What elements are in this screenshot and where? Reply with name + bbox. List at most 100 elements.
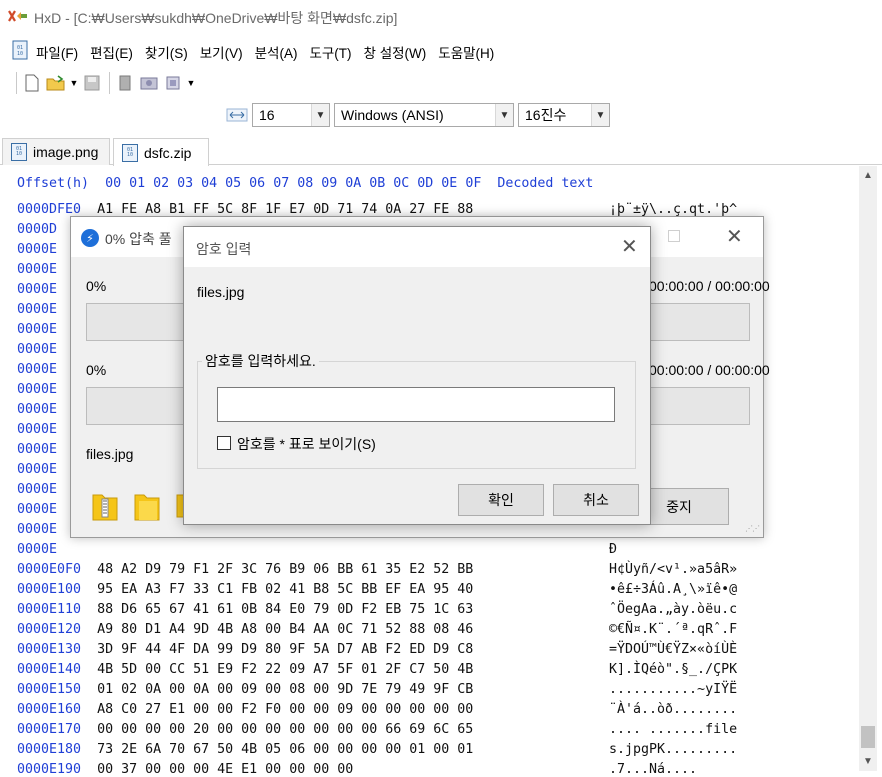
password-dialog: 암호 입력 ✕ files.jpg 암호를 입력하세요. 암호를 * 표로 보이… xyxy=(183,226,651,525)
row-decoded-text[interactable]: K].ÌQéò".§_./ÇPK xyxy=(609,662,737,677)
tab-image-png[interactable]: 01 10 image.png xyxy=(2,138,110,165)
row-offset: 0000E160 xyxy=(17,702,82,717)
save-button[interactable] xyxy=(81,72,103,94)
row-decoded-text[interactable]: •ê£÷3Áû.A¸\»ïê•@ xyxy=(609,582,737,597)
cancel-button[interactable]: 취소 xyxy=(553,484,639,516)
hex-row[interactable]: 0000E160 A8 C0 27 E1 00 00 F2 F0 00 00 0… xyxy=(17,702,737,717)
row-bytes[interactable]: 88 D6 65 67 41 61 0B 84 E0 79 0D F2 EB 7… xyxy=(97,602,473,617)
ok-button[interactable]: 확인 xyxy=(458,484,544,516)
hex-row[interactable]: 0000E xyxy=(17,282,73,297)
menu-search[interactable]: 찾기(S) xyxy=(145,42,194,62)
window-title: HxD - [C:₩Users₩sukdh₩OneDrive₩바탕 화면₩dsf… xyxy=(34,10,398,26)
tab-dsfc-zip[interactable]: 01 10 dsfc.zip xyxy=(113,138,209,166)
row-bytes[interactable]: 00 37 00 00 00 4E E1 00 00 00 00 xyxy=(97,762,353,777)
scroll-up-icon[interactable]: ▲ xyxy=(863,170,873,181)
open-dropdown-button[interactable]: ▼ xyxy=(69,72,79,94)
row-decoded-text[interactable]: ¡þ¨±ÿ\..ç.qt.'þ^ xyxy=(609,202,737,217)
row-decoded-text[interactable]: Ð xyxy=(609,542,617,557)
hex-row[interactable]: 0000E130 3D 9F 44 4F DA 99 D9 80 9F 5A D… xyxy=(17,642,737,657)
menu-analysis[interactable]: 분석(A) xyxy=(255,42,304,62)
row-bytes[interactable]: A1 FE A8 B1 FF 5C 8F 1F E7 0D 71 74 0A 2… xyxy=(97,202,473,217)
hex-row[interactable]: 0000E E xyxy=(17,382,617,397)
row-offset: 0000E190 xyxy=(17,762,82,777)
hex-row[interactable]: 0000E xyxy=(17,302,73,317)
hex-row[interactable]: 0000E110 88 D6 65 67 41 61 0B 84 E0 79 0… xyxy=(17,602,737,617)
close-icon[interactable]: ✕ xyxy=(621,234,638,259)
save-icon xyxy=(84,75,100,91)
open-file-button[interactable] xyxy=(45,72,67,94)
hex-row[interactable]: 0000E ê xyxy=(17,362,617,377)
row-decoded-text[interactable]: s.jpgPK......... xyxy=(609,742,737,757)
hex-row[interactable]: 0000DFE0 A1 FE A8 B1 FF 5C 8F 1F E7 0D 7… xyxy=(17,202,737,217)
row-bytes[interactable]: 73 2E 6A 70 67 50 4B 05 06 00 00 00 00 0… xyxy=(97,742,473,757)
menu-window[interactable]: 창 설정(W) xyxy=(364,42,433,62)
hex-row[interactable]: 0000E150 01 02 0A 00 0A 00 09 00 08 00 9… xyxy=(17,682,737,697)
row-decoded-text[interactable]: ©€Ñ¤.K¨.´ª.qRˆ.F xyxy=(609,622,737,637)
menu-tools[interactable]: 도구(T) xyxy=(309,42,357,62)
row-bytes[interactable]: 3D 9F 44 4F DA 99 D9 80 9F 5A D7 AB F2 E… xyxy=(97,642,473,657)
hex-row[interactable]: 0000E0F0 48 A2 D9 79 F1 2F 3C 76 B9 06 B… xyxy=(17,562,737,577)
vertical-scrollbar[interactable]: ▲ ▼ xyxy=(859,166,877,771)
row-bytes[interactable]: 01 02 0A 00 0A 00 09 00 08 00 9D 7E 79 4… xyxy=(97,682,473,697)
menu-edit[interactable]: 편집(E) xyxy=(90,42,139,62)
hex-row[interactable]: 0000E z xyxy=(17,522,617,537)
offset-header: Offset(h) xyxy=(17,176,90,191)
row-offset: 0000E xyxy=(17,362,58,377)
row-decoded-text[interactable]: .7...Ná.... xyxy=(609,762,697,777)
show-password-label[interactable]: 암호를 * 표로 보이기(S) xyxy=(237,434,376,454)
hex-row[interactable]: 0000E100 95 EA A3 F7 33 C1 FB 02 41 B8 5… xyxy=(17,582,737,597)
menu-file[interactable]: 파일(F) xyxy=(36,42,84,62)
hex-row[interactable]: 0000E w xyxy=(17,262,617,277)
menu-view[interactable]: 보기(V) xyxy=(200,42,249,62)
hex-row[interactable]: 0000E170 00 00 00 00 20 00 00 00 00 00 0… xyxy=(17,722,737,737)
hex-row[interactable]: 0000E Û xyxy=(17,462,617,477)
bytes-per-row-select[interactable]: 16 ▼ xyxy=(252,103,330,127)
row-bytes[interactable]: 95 EA A3 F7 33 C1 FB 02 41 B8 5C BB EF E… xyxy=(97,582,473,597)
row-decoded-text[interactable]: .... .......file xyxy=(609,722,737,737)
maximize-icon[interactable] xyxy=(668,230,680,242)
row-bytes[interactable]: 48 A2 D9 79 F1 2F 3C 76 B9 06 BB 61 35 E… xyxy=(97,562,473,577)
hex-row[interactable]: 0000E xyxy=(17,342,73,357)
hex-row[interactable]: 0000E t xyxy=(17,502,617,517)
resize-grip-icon[interactable]: ⋰⋰ xyxy=(745,524,760,533)
hex-row[interactable]: 0000E × xyxy=(17,322,617,337)
password-input[interactable] xyxy=(217,387,615,422)
hex-row[interactable]: 0000D xyxy=(17,222,73,237)
row-decoded-text[interactable]: ˆÖegAa.„ày.òëu.c xyxy=(609,602,737,617)
hex-row[interactable]: 0000E xyxy=(17,442,73,457)
row-decoded-text[interactable]: ¨À'á..òð........ xyxy=(609,702,737,717)
row-decoded-text[interactable]: H¢Ùyñ/<v¹.»a5âR» xyxy=(609,562,737,577)
menu-help[interactable]: 도움말(H) xyxy=(438,42,500,62)
hex-row[interactable]: 0000E140 4B 5D 00 CC 51 E9 F2 22 09 A7 5… xyxy=(17,662,737,677)
memory-button[interactable] xyxy=(162,72,184,94)
close-file-button[interactable] xyxy=(114,72,136,94)
hex-row[interactable]: 0000E180 73 2E 6A 70 67 50 4B 05 06 00 0… xyxy=(17,742,737,757)
hex-row[interactable]: 0000E xyxy=(17,482,73,497)
row-bytes[interactable]: 00 00 00 00 20 00 00 00 00 00 00 00 66 6… xyxy=(97,722,473,737)
hex-row[interactable]: 0000E p xyxy=(17,242,617,257)
new-file-button[interactable] xyxy=(21,72,43,94)
memory-icon xyxy=(166,76,180,90)
row-offset: 0000E xyxy=(17,262,58,277)
charset-select[interactable]: Windows (ANSI) ▼ xyxy=(334,103,514,127)
scroll-down-icon[interactable]: ▼ xyxy=(863,756,873,767)
row-offset: 0000E130 xyxy=(17,642,82,657)
disk-button[interactable] xyxy=(138,72,160,94)
offset-base-select[interactable]: 16진수 ▼ xyxy=(518,103,610,127)
scroll-thumb[interactable] xyxy=(861,726,875,748)
close-icon[interactable]: ✕ xyxy=(726,224,743,249)
row-decoded-text[interactable]: ...........~yIŸË xyxy=(609,682,737,697)
hex-row[interactable]: 0000E120 A9 80 D1 A4 9D 4B A8 00 B4 AA 0… xyxy=(17,622,737,637)
hex-row[interactable]: 0000E190 00 37 00 00 00 4E E1 00 00 00 0… xyxy=(17,762,697,777)
hex-row[interactable]: 0000E E xyxy=(17,422,617,437)
disk-icon xyxy=(140,77,158,90)
row-decoded-text[interactable]: =ŸDOÚ™Ù€ŸZ×«òíÙÈ xyxy=(609,642,737,657)
row-bytes[interactable]: A9 80 D1 A4 9D 4B A8 00 B4 AA 0C 71 52 8… xyxy=(97,622,473,637)
show-password-checkbox[interactable] xyxy=(217,436,231,450)
row-offset: 0000E140 xyxy=(17,662,82,677)
memory-dropdown-button[interactable]: ▼ xyxy=(186,72,196,94)
hex-row[interactable]: 0000E Ð xyxy=(17,542,617,557)
hex-row[interactable]: 0000E xyxy=(17,402,73,417)
row-bytes[interactable]: 4B 5D 00 CC 51 E9 F2 22 09 A7 5F 01 2F C… xyxy=(97,662,473,677)
row-bytes[interactable]: A8 C0 27 E1 00 00 F2 F0 00 00 09 00 00 0… xyxy=(97,702,473,717)
